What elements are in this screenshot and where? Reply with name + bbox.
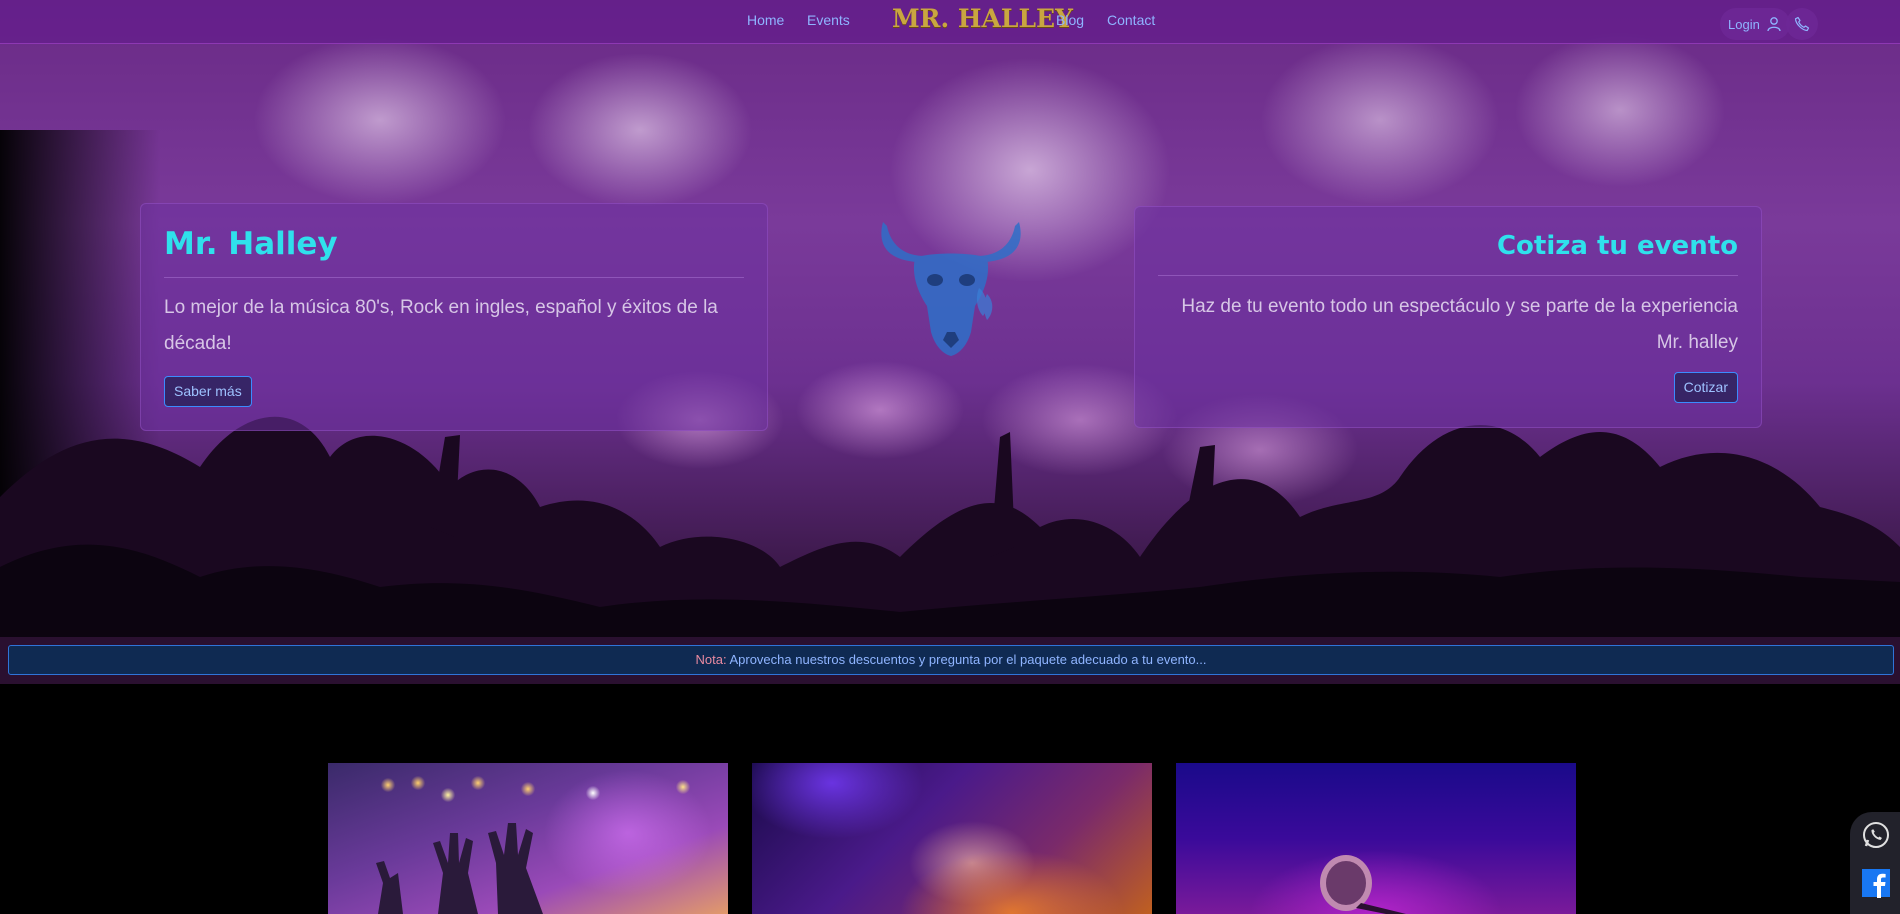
whatsapp-icon[interactable] (1861, 820, 1891, 850)
login-button[interactable]: Login (1720, 8, 1790, 40)
site-logo[interactable]: MR. HALLEY (892, 4, 1073, 33)
event-thumbnail-concert[interactable] (328, 763, 728, 914)
hands-silhouette (376, 823, 543, 914)
navbar: Home Events MR. HALLEY Blog Contact Logi… (0, 0, 1900, 44)
quote-description: Haz de tu evento todo un espectáculo y s… (1181, 296, 1738, 353)
learn-more-button[interactable]: Saber más (164, 376, 252, 407)
note-label: Nota: (695, 652, 727, 667)
social-floating-bar (1850, 812, 1900, 914)
phone-icon (1794, 16, 1810, 32)
event-thumbnail-microphone[interactable] (1176, 763, 1576, 914)
phone-button[interactable] (1786, 8, 1818, 40)
card-divider (1158, 275, 1738, 276)
hero-card-about: Mr. Halley Lo mejor de la música 80's, R… (140, 203, 768, 431)
hero-card-quote: Cotiza tu evento Haz de tu evento todo u… (1134, 206, 1762, 428)
facebook-icon[interactable] (1861, 868, 1891, 898)
hero-title: Mr. Halley (164, 226, 338, 262)
quote-button[interactable]: Cotizar (1673, 372, 1738, 403)
note-text: Aprovecha nuestros descuentos y pregunta… (726, 652, 1207, 667)
user-icon (1767, 17, 1781, 32)
nav-blog[interactable]: Blog (1056, 12, 1084, 28)
microphone-image (1320, 855, 1406, 914)
nav-contact[interactable]: Contact (1107, 12, 1155, 28)
nav-home[interactable]: Home (747, 12, 784, 28)
hero-description: Lo mejor de la música 80's, Rock en ingl… (164, 297, 718, 354)
card-divider (164, 277, 744, 278)
bull-skull-icon (881, 222, 1021, 356)
quote-title: Cotiza tu evento (1496, 231, 1738, 261)
event-thumbnail-guitar[interactable] (752, 763, 1152, 914)
login-label: Login (1728, 16, 1760, 32)
nav-events[interactable]: Events (807, 12, 850, 28)
note-banner: Nota: Aprovecha nuestros descuentos y pr… (8, 645, 1894, 675)
